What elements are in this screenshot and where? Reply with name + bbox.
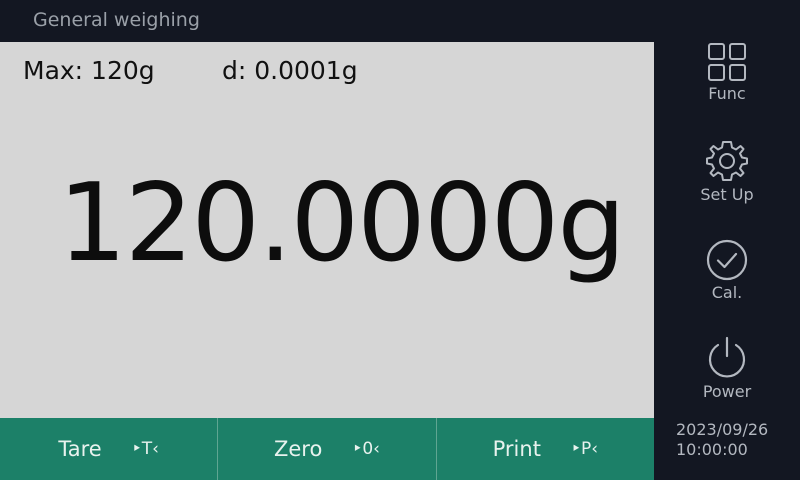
sidebar: Func Set Up Cal. Power bbox=[654, 0, 800, 480]
setup-label: Set Up bbox=[700, 185, 754, 204]
setup-button[interactable]: Set Up bbox=[654, 139, 800, 229]
gear-icon bbox=[706, 141, 748, 181]
print-button-label: Print bbox=[492, 437, 541, 461]
print-shortcut-icon: ‣P‹ bbox=[570, 439, 599, 459]
weight-display: Max: 120g d: 0.0001g 120.0000g bbox=[0, 42, 654, 418]
func-button[interactable]: Func bbox=[654, 42, 800, 132]
zero-button-label: Zero bbox=[274, 437, 323, 461]
date-text: 2023/09/26 bbox=[676, 420, 769, 439]
title-bar: General weighing bbox=[0, 0, 654, 42]
calibration-button[interactable]: Cal. bbox=[654, 239, 800, 329]
power-button[interactable]: Power bbox=[654, 336, 800, 426]
weight-reading: 120.0000g bbox=[58, 161, 626, 286]
zero-button[interactable]: Zero ‣0‹ bbox=[218, 418, 437, 480]
readability-label: d: 0.0001g bbox=[222, 56, 358, 85]
print-button[interactable]: Print ‣P‹ bbox=[437, 418, 654, 480]
check-circle-icon bbox=[706, 239, 748, 281]
weighing-screen: General weighing Max: 120g d: 0.0001g 12… bbox=[0, 0, 800, 480]
power-icon bbox=[708, 336, 746, 378]
tare-button[interactable]: Tare ‣T‹ bbox=[0, 418, 219, 480]
calibration-label: Cal. bbox=[711, 283, 743, 302]
func-label: Func bbox=[708, 84, 746, 103]
window-title: General weighing bbox=[33, 9, 200, 31]
grid-icon bbox=[708, 43, 746, 81]
tare-button-label: Tare bbox=[58, 437, 102, 461]
tare-shortcut-icon: ‣T‹ bbox=[131, 439, 159, 459]
zero-shortcut-icon: ‣0‹ bbox=[352, 439, 380, 459]
function-key-bar: Tare ‣T‹ Zero ‣0‹ Print ‣P‹ bbox=[0, 418, 654, 480]
max-capacity-label: Max: 120g bbox=[23, 56, 155, 85]
datetime-readout: 2023/09/26 10:00:00 bbox=[676, 420, 768, 460]
power-label: Power bbox=[702, 382, 752, 401]
time-text: 10:00:00 bbox=[676, 440, 748, 459]
